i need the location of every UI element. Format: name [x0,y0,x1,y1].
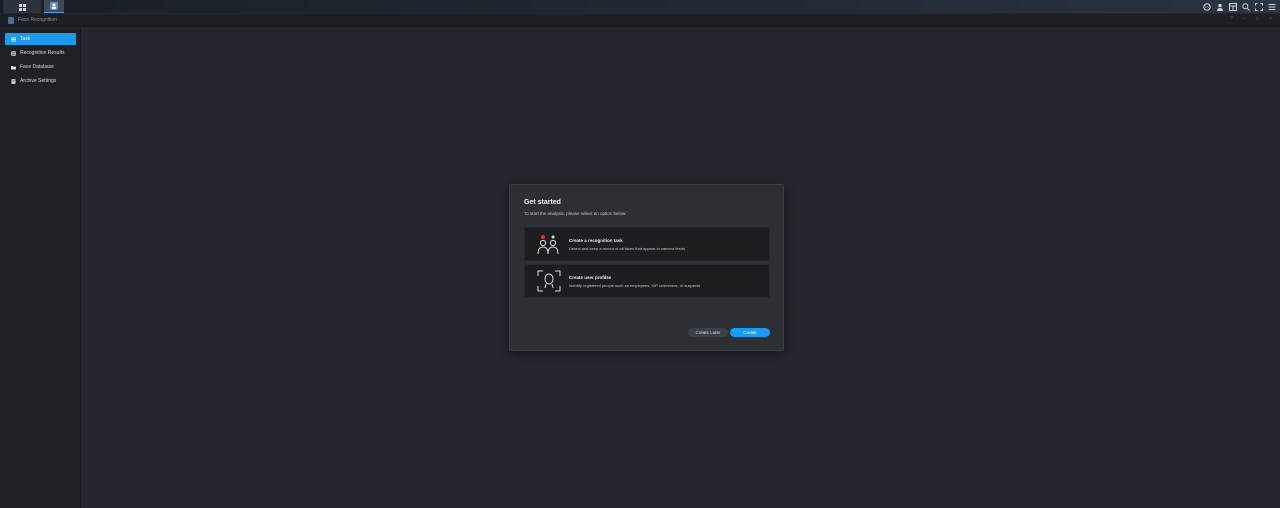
face-scan-icon [537,270,561,292]
option-description: Identify registered people such as emplo… [569,282,701,288]
option-title: Create a recognition task [569,237,623,243]
widgets-icon[interactable] [1229,2,1237,11]
sidebar-item-label: Recognition Results [20,50,65,56]
archive-icon [11,78,16,84]
sidebar-item-archive-settings[interactable]: Archive Settings [5,75,76,87]
app-icon [8,16,14,24]
minimize-icon[interactable]: – [1243,17,1248,22]
option-create-recognition-task[interactable]: Create a recognition task Detect and kee… [524,227,770,261]
taskbar [0,0,1280,13]
option-description: Detect and keep a record of all faces th… [569,245,686,251]
user-icon[interactable] [1216,3,1224,11]
create-button[interactable]: Create [730,328,770,337]
face-recognition-taskbar-button[interactable] [44,0,64,13]
sidebar-item-label: Task [20,36,31,42]
list-icon [11,37,16,42]
sidebar-item-face-database[interactable]: Face Database [5,61,76,73]
search-icon[interactable] [1242,2,1250,11]
dialog-subtitle: To start the analysis, please select an … [524,211,627,216]
help-icon[interactable]: ? [1230,17,1235,22]
close-icon[interactable]: × [1269,17,1274,22]
sidebar-item-label: Archive Settings [20,78,57,84]
maximize-icon[interactable]: □ [1256,17,1261,22]
create-later-button[interactable]: Create Later [688,328,728,337]
dialog-title: Get started [524,199,561,206]
menu-icon[interactable] [1268,3,1276,11]
option-title: Create user profiles [569,274,612,280]
window-title: Face Recognition [18,17,57,23]
sidebar-item-task[interactable]: Task [5,33,76,45]
results-icon [11,50,16,56]
option-create-user-profiles[interactable]: Create user profiles Identify registered… [524,264,770,298]
folder-icon [11,65,16,70]
sidebar-item-label: Face Database [20,64,54,70]
chat-icon[interactable] [1203,2,1211,11]
window-titlebar[interactable]: Face Recognition ? – □ × [0,14,1280,27]
fullscreen-icon[interactable] [1255,2,1263,11]
face-recognition-icon [50,0,58,15]
sidebar-item-recognition-results[interactable]: Recognition Results [5,47,76,59]
people-recording-icon [537,233,561,255]
sidebar: Task Recognition Results Face Database A… [0,28,81,508]
main-menu-button[interactable] [3,0,41,13]
get-started-dialog: Get started To start the analysis, pleas… [509,184,784,351]
